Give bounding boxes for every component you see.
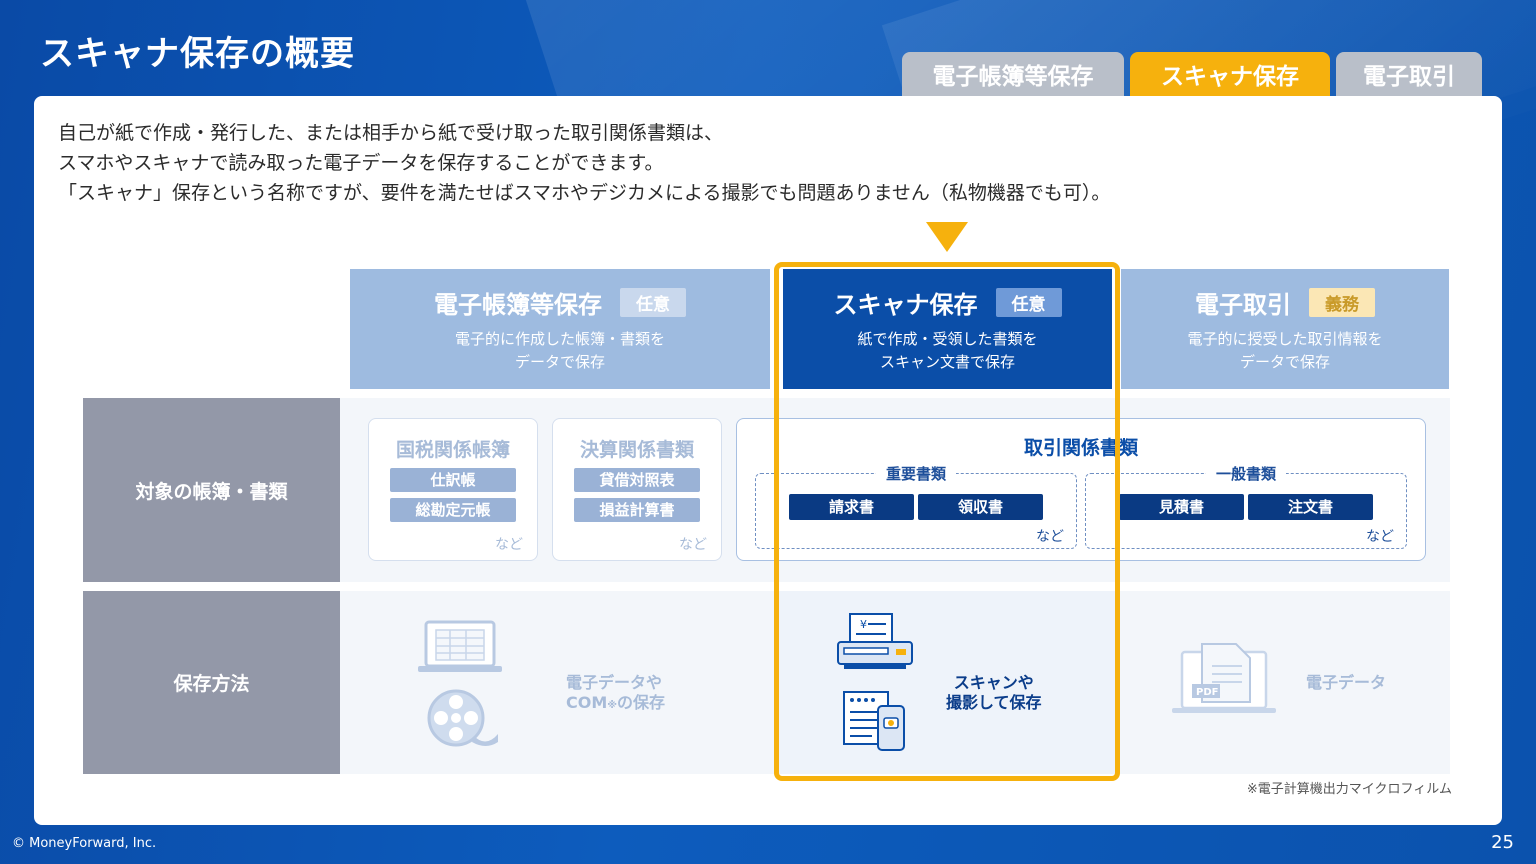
status-badge: 任意	[620, 287, 686, 317]
film-reel-icon	[427, 689, 498, 747]
tab-denshi-chobo[interactable]: 電子帳簿等保存	[902, 52, 1124, 96]
etc-label: など	[679, 537, 707, 553]
laptop-spreadsheet-icon	[418, 620, 502, 672]
method-text-denshi-chobo: 電子データや COM※の保存	[566, 673, 665, 716]
row-label-method: 保存方法	[83, 591, 340, 774]
status-badge: 任意	[995, 287, 1062, 317]
column-title: 電子取引	[1195, 290, 1291, 319]
subtitle-line: スキャン文書で保存	[879, 352, 1015, 371]
document-pill: 仕訳帳	[390, 468, 516, 492]
down-arrow-icon	[926, 222, 968, 252]
method-line: 電子データや	[566, 673, 663, 692]
intro-line: 自己が紙で作成・発行した、または相手から紙で受け取った取引関係書類は、	[58, 122, 724, 144]
tab-denshi-torihiki[interactable]: 電子取引	[1336, 52, 1482, 96]
subtitle-line: 電子的に授受した取引情報を	[1187, 329, 1383, 348]
column-subtitle: 電子的に授受した取引情報を データで保存	[1187, 328, 1382, 374]
footnote-mark: ※	[607, 700, 617, 711]
column-title: スキャナ保存	[833, 290, 978, 319]
subtitle-line: データで保存	[514, 352, 605, 371]
copyright: © MoneyForward, Inc.	[12, 836, 157, 851]
column-header-denshi-torihiki: 電子取引 義務 電子的に授受した取引情報を データで保存	[1121, 269, 1449, 389]
etc-label: など	[495, 537, 523, 553]
important-documents-group: 重要書類 請求書 領収書 など	[755, 463, 1077, 549]
box-kessan-shorui: 決算関係書類 貸借対照表 損益計算書 など	[552, 418, 722, 561]
status-badge: 義務	[1309, 287, 1375, 317]
tab-scanner[interactable]: スキャナ保存	[1130, 52, 1330, 96]
document-pill: 見積書	[1119, 494, 1244, 520]
scanner-icon: ¥	[837, 613, 913, 669]
column-header-denshi-chobo: 電子帳簿等保存 任意 電子的に作成した帳簿・書類を データで保存	[350, 269, 770, 389]
general-documents-group: 一般書類 見積書 注文書 など	[1085, 463, 1407, 549]
method-line: 撮影して保存	[946, 693, 1042, 712]
subtitle-line: 紙で作成・受領した書類を	[857, 329, 1038, 348]
box-torihiki-shorui: 取引関係書類 重要書類 請求書 領収書 など 一般書類 見積書 注文書 など	[736, 418, 1426, 561]
page-title: スキャナ保存の概要	[40, 34, 355, 74]
box-kokuzei-chobo: 国税関係帳簿 仕訳帳 総勘定元帳 など	[368, 418, 538, 561]
row-label-target: 対象の帳簿・書類	[83, 398, 340, 582]
box-title: 取引関係書類	[1023, 437, 1138, 459]
method-line: COM※の保存	[566, 693, 665, 716]
group-label: 重要書類	[875, 463, 957, 484]
box-title: 国税関係帳簿	[395, 439, 510, 461]
column-subtitle: 紙で作成・受領した書類を スキャン文書で保存	[857, 328, 1037, 374]
method-text-scanner: スキャンや 撮影して保存	[946, 673, 1042, 713]
laptop-pdf-icon: PDF	[1172, 643, 1276, 713]
smartphone-camera-icon	[843, 691, 905, 751]
box-title: 決算関係書類	[579, 439, 694, 461]
page-number: 25	[1491, 832, 1514, 853]
column-title: 電子帳簿等保存	[434, 290, 602, 319]
intro-line: スマホやスキャナで読み取った電子データを保存することができます。	[58, 152, 664, 174]
document-pill: 損益計算書	[574, 498, 700, 522]
column-header-scanner: スキャナ保存 任意 紙で作成・受領した書類を スキャン文書で保存	[783, 269, 1112, 389]
document-pill: 領収書	[918, 494, 1043, 520]
document-pill: 総勘定元帳	[390, 498, 516, 522]
svg-text:PDF: PDF	[1196, 687, 1218, 698]
method-text-denshi-torihiki: 電子データ	[1306, 673, 1387, 692]
intro-text: 自己が紙で作成・発行した、または相手から紙で受け取った取引関係書類は、 スマホや…	[58, 118, 1110, 208]
etc-label: など	[1036, 529, 1064, 545]
document-pill: 貸借対照表	[574, 468, 700, 492]
method-text-rest: の保存	[617, 693, 666, 712]
column-subtitle: 電子的に作成した帳簿・書類を データで保存	[455, 328, 665, 374]
tab-bar: 電子帳簿等保存 スキャナ保存 電子取引	[902, 52, 1482, 96]
intro-line: 「スキャナ」保存という名称ですが、要件を満たせばスマホやデジカメによる撮影でも問…	[58, 182, 1111, 204]
footnote: ※電子計算機出力マイクロフィルム	[1246, 782, 1452, 797]
com-text: COM	[566, 693, 608, 712]
subtitle-line: 電子的に作成した帳簿・書類を	[454, 329, 665, 348]
group-label: 一般書類	[1205, 463, 1287, 484]
subtitle-line: データで保存	[1239, 352, 1330, 371]
svg-text:¥: ¥	[860, 618, 867, 631]
document-pill: 注文書	[1248, 494, 1373, 520]
etc-label: など	[1366, 529, 1394, 545]
document-pill: 請求書	[789, 494, 914, 520]
method-line: スキャンや	[953, 673, 1034, 692]
